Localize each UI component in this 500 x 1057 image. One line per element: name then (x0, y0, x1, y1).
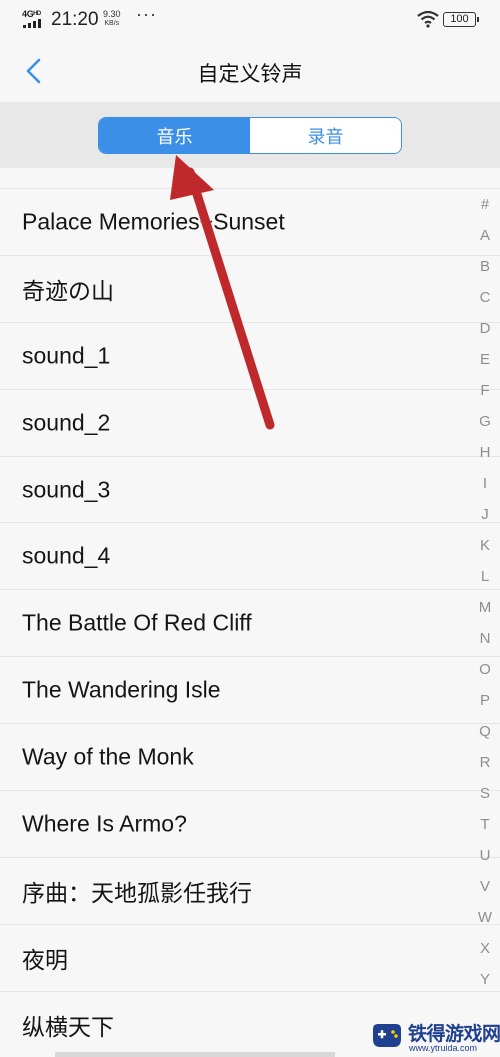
tab-music[interactable]: 音乐 (99, 118, 250, 153)
watermark: 铁得游戏网 www.ytruida.com (370, 1017, 500, 1055)
song-title: sound_3 (22, 476, 111, 502)
list-item[interactable]: sound_3 (0, 455, 500, 523)
index-letter[interactable]: H (470, 444, 500, 461)
index-letter[interactable]: M (470, 599, 500, 616)
index-letter[interactable]: W (470, 909, 500, 926)
watermark-text: 铁得游戏网 (408, 1024, 500, 1045)
index-letter[interactable]: Q (470, 723, 500, 740)
signal-icon (23, 19, 45, 28)
index-letter[interactable]: N (470, 630, 500, 647)
status-bar: 4Gᴴᴰ 21:20 9.30 KB/s ··· 100 (0, 0, 500, 40)
list-item[interactable]: sound_1 (0, 321, 500, 389)
song-title: 奇迹の山 (22, 277, 114, 304)
battery-icon: 100 (443, 12, 479, 27)
list-item[interactable]: 夜明 (0, 923, 500, 991)
network-speed: 9.30 KB/s (103, 10, 121, 28)
song-title: sound_1 (22, 342, 111, 369)
song-title: The Wandering Isle (22, 676, 221, 703)
alphabet-index-bar[interactable]: # A B C D E F G H I J K L M N O P Q R S T U V W X Y (470, 196, 500, 996)
watermark-url: www.ytruida.com (409, 1043, 478, 1053)
list-item[interactable]: 序曲：天地孤影任我行 (0, 856, 500, 924)
index-letter[interactable]: S (470, 785, 500, 802)
network-type: 4Gᴴᴰ (22, 9, 41, 19)
tab-recording[interactable]: 录音 (250, 118, 401, 153)
song-title: Way of the Monk (22, 743, 194, 770)
header: 自定义铃声 (0, 40, 500, 102)
clock: 21:20 (51, 9, 99, 30)
segment-area: 音乐 录音 (0, 102, 500, 168)
index-letter[interactable]: J (470, 506, 500, 523)
index-letter[interactable]: G (470, 413, 500, 430)
index-letter[interactable]: I (470, 475, 500, 492)
index-letter[interactable]: V (470, 878, 500, 895)
index-letter[interactable]: K (470, 537, 500, 554)
index-letter[interactable]: Y (470, 971, 500, 988)
song-title: sound_4 (22, 542, 111, 569)
song-title: The Battle Of Red Cliff (22, 609, 252, 636)
index-letter[interactable]: A (470, 227, 500, 244)
song-title: Where Is Armo? (22, 810, 187, 837)
index-letter[interactable]: P (470, 692, 500, 709)
speed-value: 9.30 (103, 9, 121, 19)
index-letter[interactable]: O (470, 661, 500, 678)
wifi-icon (417, 10, 439, 28)
list-item[interactable]: sound_4 (0, 522, 500, 589)
page-title: 自定义铃声 (197, 63, 303, 86)
speed-unit: KB/s (104, 20, 120, 27)
list-item[interactable]: The Battle Of Red Cliff (0, 589, 500, 656)
song-title: 夜明 (22, 946, 68, 973)
ringtone-list: Palace Memories~Sunset 奇迹の山 sound_1 soun… (0, 188, 500, 1057)
gamepad-logo-icon (373, 1024, 401, 1047)
song-title: 纵横天下 (22, 1013, 114, 1040)
index-letter[interactable]: D (470, 320, 500, 337)
index-letter[interactable]: B (470, 258, 500, 275)
index-letter[interactable]: C (470, 289, 500, 306)
index-letter[interactable]: E (470, 351, 500, 368)
list-item[interactable]: sound_2 (0, 388, 500, 456)
list-item[interactable]: The Wandering Isle (0, 656, 500, 723)
home-indicator (55, 1052, 335, 1057)
song-title: Palace Memories~Sunset (22, 208, 285, 235)
list-item[interactable]: Way of the Monk (0, 723, 500, 790)
song-title: sound_2 (22, 409, 111, 436)
index-letter[interactable]: L (470, 568, 500, 585)
song-title: 序曲：天地孤影任我行 (22, 879, 252, 906)
list-item[interactable]: 奇迹の山 (0, 254, 500, 322)
more-notifications-icon: ··· (136, 4, 157, 24)
index-letter[interactable]: F (470, 382, 500, 399)
index-letter[interactable]: U (470, 847, 500, 864)
index-letter[interactable]: T (470, 816, 500, 833)
index-letter[interactable]: R (470, 754, 500, 771)
index-letter[interactable]: # (470, 196, 500, 213)
segmented-control: 音乐 录音 (98, 117, 402, 154)
list-item[interactable]: Where Is Armo? (0, 790, 500, 857)
list-item[interactable]: Palace Memories~Sunset (0, 188, 500, 255)
index-letter[interactable]: X (470, 940, 500, 957)
